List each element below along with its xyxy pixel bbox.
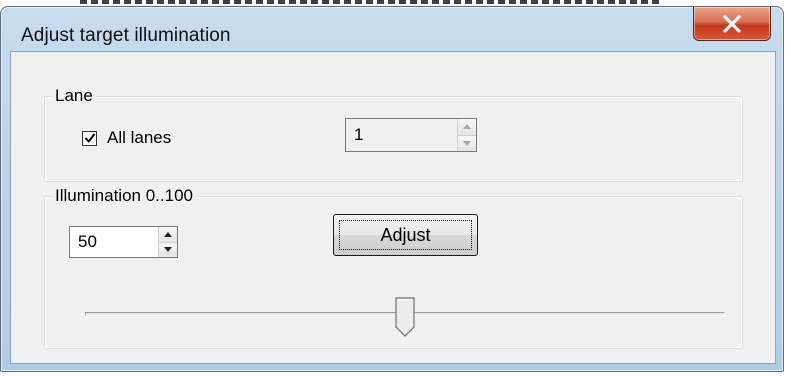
lane-number-spinbox[interactable] xyxy=(345,118,477,152)
illumination-value-input[interactable] xyxy=(70,227,158,257)
illumination-spinbox[interactable] xyxy=(69,226,178,258)
adjust-button-label: Adjust xyxy=(380,224,431,245)
close-button[interactable] xyxy=(693,7,771,41)
check-icon xyxy=(84,133,95,144)
illumination-spin-up-button[interactable] xyxy=(159,227,177,243)
lane-spin-arrows xyxy=(457,119,476,151)
illumination-group-legend: Illumination 0..100 xyxy=(52,186,196,206)
all-lanes-checkbox-row[interactable]: All lanes xyxy=(82,128,171,148)
spin-up-icon xyxy=(164,231,172,237)
illumination-spin-arrows xyxy=(158,227,177,257)
lane-spin-up-button[interactable] xyxy=(458,119,476,136)
lane-number-input[interactable] xyxy=(346,119,457,151)
lane-group-legend: Lane xyxy=(52,86,96,106)
dialog-window: Adjust target illumination Lane All lane… xyxy=(0,6,784,372)
lane-group: Lane All lanes xyxy=(44,86,743,182)
all-lanes-label: All lanes xyxy=(107,128,172,147)
illumination-spin-down-button[interactable] xyxy=(159,242,177,257)
illumination-slider[interactable] xyxy=(85,297,725,337)
window-title: Adjust target illumination xyxy=(21,25,231,46)
all-lanes-checkbox[interactable] xyxy=(82,130,97,146)
slider-thumb[interactable] xyxy=(395,297,415,337)
illumination-group: Illumination 0..100 Adjust xyxy=(44,186,743,349)
spin-down-icon xyxy=(164,247,172,253)
close-x-icon xyxy=(723,14,741,33)
adjust-button[interactable]: Adjust xyxy=(333,214,478,256)
lane-spin-down-button[interactable] xyxy=(458,135,476,151)
spin-up-icon xyxy=(463,124,471,130)
dialog-client-area: Lane All lanes 1 Illumination 0..100 50 … xyxy=(10,51,776,364)
spin-down-icon xyxy=(463,140,471,146)
